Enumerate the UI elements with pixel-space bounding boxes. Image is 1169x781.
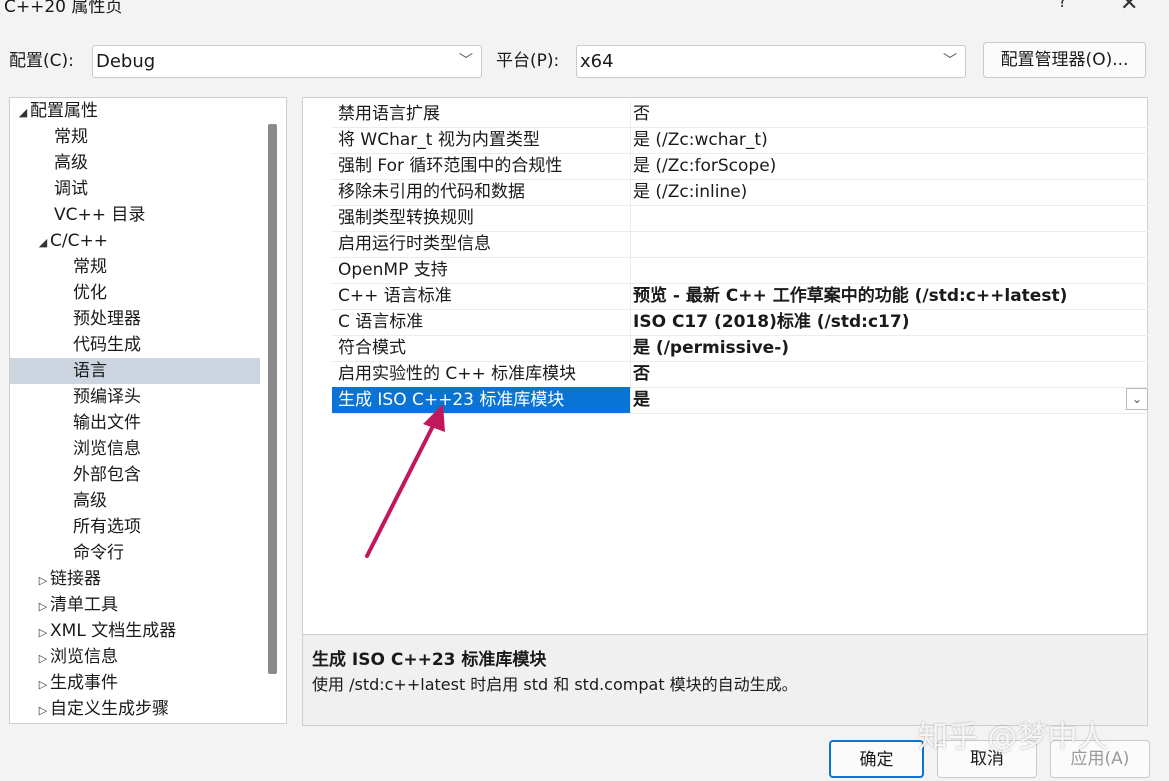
tree-item-cpp-general[interactable]: 常规 (73, 254, 107, 280)
platform-select-value: x64 (580, 51, 614, 72)
property-row[interactable]: 强制类型转换规则 (332, 205, 1148, 232)
tree-item-language[interactable]: 语言 (10, 358, 260, 384)
property-row[interactable]: 禁用语言扩展 否 (332, 101, 1148, 128)
platform-select[interactable]: x64 ﹀ (576, 45, 966, 78)
property-value[interactable]: 是 (/Zc:forScope) (633, 153, 776, 179)
property-row-selected[interactable]: 生成 ISO C++23 标准库模块 是 ⌄ (332, 387, 1148, 414)
tree-item-code-generation[interactable]: 代码生成 (73, 332, 141, 358)
property-name: 生成 ISO C++23 标准库模块 (338, 390, 565, 410)
window-title: C++20 属性页 (4, 0, 123, 17)
expand-toggle-icon[interactable]: ▷ (36, 698, 50, 723)
property-value[interactable]: 是 (/Zc:wchar_t) (633, 127, 768, 153)
config-manager-button[interactable]: 配置管理器(O)... (983, 42, 1146, 78)
watermark: 知乎 @梦中人 (918, 720, 1108, 755)
tree-item-general[interactable]: 常规 (54, 124, 88, 150)
property-row[interactable]: C++ 语言标准 预览 - 最新 C++ 工作草案中的功能 (/std:c++l… (332, 283, 1148, 310)
chevron-down-icon: ﹀ (459, 53, 473, 69)
property-value[interactable]: ISO C17 (2018)标准 (/std:c17) (633, 309, 909, 335)
property-name: 启用实验性的 C++ 标准库模块 (338, 364, 577, 384)
expand-toggle-icon[interactable]: ▷ (36, 594, 50, 620)
property-row[interactable]: 强制 For 循环范围中的合规性 是 (/Zc:forScope) (332, 153, 1148, 180)
property-name: 禁用语言扩展 (338, 104, 440, 124)
chevron-down-icon: ﹀ (943, 53, 957, 69)
platform-label: 平台(P): (496, 51, 560, 71)
tree-item-command-line[interactable]: 命令行 (73, 540, 124, 566)
expand-toggle-icon[interactable]: ▷ (36, 620, 50, 646)
property-row[interactable]: OpenMP 支持 (332, 257, 1148, 284)
tree-item-external-includes[interactable]: 外部包含 (73, 462, 141, 488)
chevron-down-icon[interactable]: ⌄ (1126, 388, 1148, 410)
tree-item-xml-doc-generator[interactable]: ▷ XML 文档生成器 (36, 618, 176, 644)
expand-toggle-icon[interactable]: ◢ (16, 100, 30, 126)
property-row[interactable]: 移除未引用的代码和数据 是 (/Zc:inline) (332, 179, 1148, 206)
expand-toggle-icon[interactable]: ◢ (36, 230, 50, 256)
tree-item-precompiled-headers[interactable]: 预编译头 (73, 384, 141, 410)
property-value[interactable]: 是 (/permissive-) (633, 335, 789, 361)
expand-toggle-icon[interactable]: ▷ (36, 568, 50, 594)
property-name: C 语言标准 (338, 312, 424, 332)
expand-toggle-icon[interactable]: ▷ (36, 646, 50, 672)
tree-item-advanced[interactable]: 高级 (54, 150, 88, 176)
tree-item-custom-build-step[interactable]: ▷ 自定义生成步骤 (36, 696, 169, 722)
property-name: OpenMP 支持 (338, 260, 448, 280)
expand-toggle-icon[interactable]: ▷ (36, 672, 50, 698)
property-name: 将 WChar_t 视为内置类型 (338, 130, 540, 150)
property-value[interactable]: 预览 - 最新 C++ 工作草案中的功能 (/std:c++latest) (633, 283, 1067, 309)
property-row[interactable]: 符合模式 是 (/permissive-) (332, 335, 1148, 362)
property-name: 启用运行时类型信息 (338, 234, 491, 254)
help-button[interactable]: ? (1058, 0, 1067, 12)
property-name: C++ 语言标准 (338, 286, 452, 306)
config-select[interactable]: Debug ﹀ (92, 45, 482, 78)
property-row[interactable]: 启用运行时类型信息 (332, 231, 1148, 258)
property-value[interactable]: 是 (633, 387, 650, 413)
property-row[interactable]: C 语言标准 ISO C17 (2018)标准 (/std:c17) (332, 309, 1148, 336)
tree-item-linker[interactable]: ▷ 链接器 (36, 566, 101, 592)
property-row[interactable]: 启用实验性的 C++ 标准库模块 否 (332, 361, 1148, 388)
property-grid: 禁用语言扩展 否 将 WChar_t 视为内置类型 是 (/Zc:wchar_t… (302, 97, 1148, 635)
config-select-value: Debug (96, 51, 156, 72)
property-value[interactable]: 否 (633, 101, 650, 127)
tree-item-c-cpp[interactable]: ◢ C/C++ (36, 228, 108, 254)
description-title: 生成 ISO C++23 标准库模块 (312, 650, 547, 670)
config-label: 配置(C): (9, 51, 74, 71)
tree-item-vc-directories[interactable]: VC++ 目录 (54, 202, 145, 228)
tree-item-browse-info[interactable]: ▷ 浏览信息 (36, 644, 118, 670)
property-value[interactable]: 否 (633, 361, 650, 387)
tree-item-all-options[interactable]: 所有选项 (73, 514, 141, 540)
tree-item-build-events[interactable]: ▷ 生成事件 (36, 670, 118, 696)
tree-item-output-files[interactable]: 输出文件 (73, 410, 141, 436)
tree-item-config-properties[interactable]: ◢ 配置属性 (16, 98, 98, 124)
property-tree: ◢ 配置属性 常规 高级 调试 VC++ 目录 ◢ C/C++ 常规 优化 预处理器… (9, 97, 287, 724)
tree-item-browse-information[interactable]: 浏览信息 (73, 436, 141, 462)
tree-item-cpp-advanced[interactable]: 高级 (73, 488, 107, 514)
property-name: 强制 For 循环范围中的合规性 (338, 156, 563, 176)
tree-item-debugging[interactable]: 调试 (54, 176, 88, 202)
property-row[interactable]: 将 WChar_t 视为内置类型 是 (/Zc:wchar_t) (332, 127, 1148, 154)
ok-button[interactable]: 确定 (829, 740, 924, 778)
tree-scrollbar[interactable] (268, 124, 277, 674)
tree-item-manifest-tool[interactable]: ▷ 清单工具 (36, 592, 118, 618)
description-text: 使用 /std:c++latest 时启用 std 和 std.compat 模… (312, 675, 798, 694)
tree-item-preprocessor[interactable]: 预处理器 (73, 306, 141, 332)
close-button[interactable]: ✕ (1120, 0, 1138, 16)
property-value[interactable]: 是 (/Zc:inline) (633, 179, 747, 205)
property-name: 强制类型转换规则 (338, 208, 474, 228)
property-name: 移除未引用的代码和数据 (338, 182, 525, 202)
tree-item-optimization[interactable]: 优化 (73, 280, 107, 306)
property-name: 符合模式 (338, 338, 406, 358)
